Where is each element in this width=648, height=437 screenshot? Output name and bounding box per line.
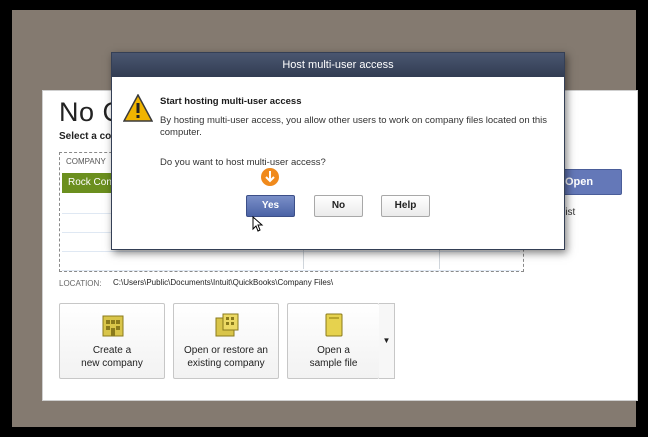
location-label: LOCATION: [59, 279, 102, 288]
host-multi-user-dialog: Host multi-user access Start hosting mul… [111, 52, 565, 250]
company-name: Rock Con [68, 177, 112, 188]
dialog-titlebar[interactable]: Host multi-user access [112, 53, 564, 77]
help-button[interactable]: Help [381, 195, 430, 217]
click-indicator-icon [259, 166, 281, 188]
dialog-message: By hosting multi-user access, you allow … [160, 115, 548, 138]
no-button[interactable]: No [314, 195, 363, 217]
open-sample-button[interactable]: Open a sample file [287, 303, 379, 379]
dialog-body: Start hosting multi-user access By hosti… [112, 77, 564, 249]
dialog-question: Do you want to host multi-user access? [160, 157, 326, 168]
open-restore-button[interactable]: Open or restore an existing company [173, 303, 279, 379]
warning-icon [123, 94, 153, 122]
create-company-label: Create a new company [81, 345, 143, 369]
location-path: C:\Users\Public\Documents\Intuit\QuickBo… [113, 278, 334, 287]
create-company-button[interactable]: Create a new company [59, 303, 165, 379]
desktop-background: No C Select a co COMPANY Rock Con Open l… [12, 10, 638, 427]
open-sample-label: Open a sample file [309, 345, 358, 369]
sample-dropdown-button[interactable]: ▼ [379, 303, 395, 379]
folder-building-icon [215, 313, 239, 337]
sample-file-icon [325, 313, 343, 337]
open-restore-label: Open or restore an existing company [184, 345, 268, 369]
dialog-heading: Start hosting multi-user access [160, 96, 302, 107]
building-icon [102, 315, 124, 337]
mouse-cursor-icon [252, 216, 264, 232]
yes-button[interactable]: Yes [246, 195, 295, 217]
video-frame: No C Select a co COMPANY Rock Con Open l… [0, 0, 648, 437]
select-company-label: Select a co [59, 131, 112, 142]
company-row[interactable] [62, 252, 520, 271]
